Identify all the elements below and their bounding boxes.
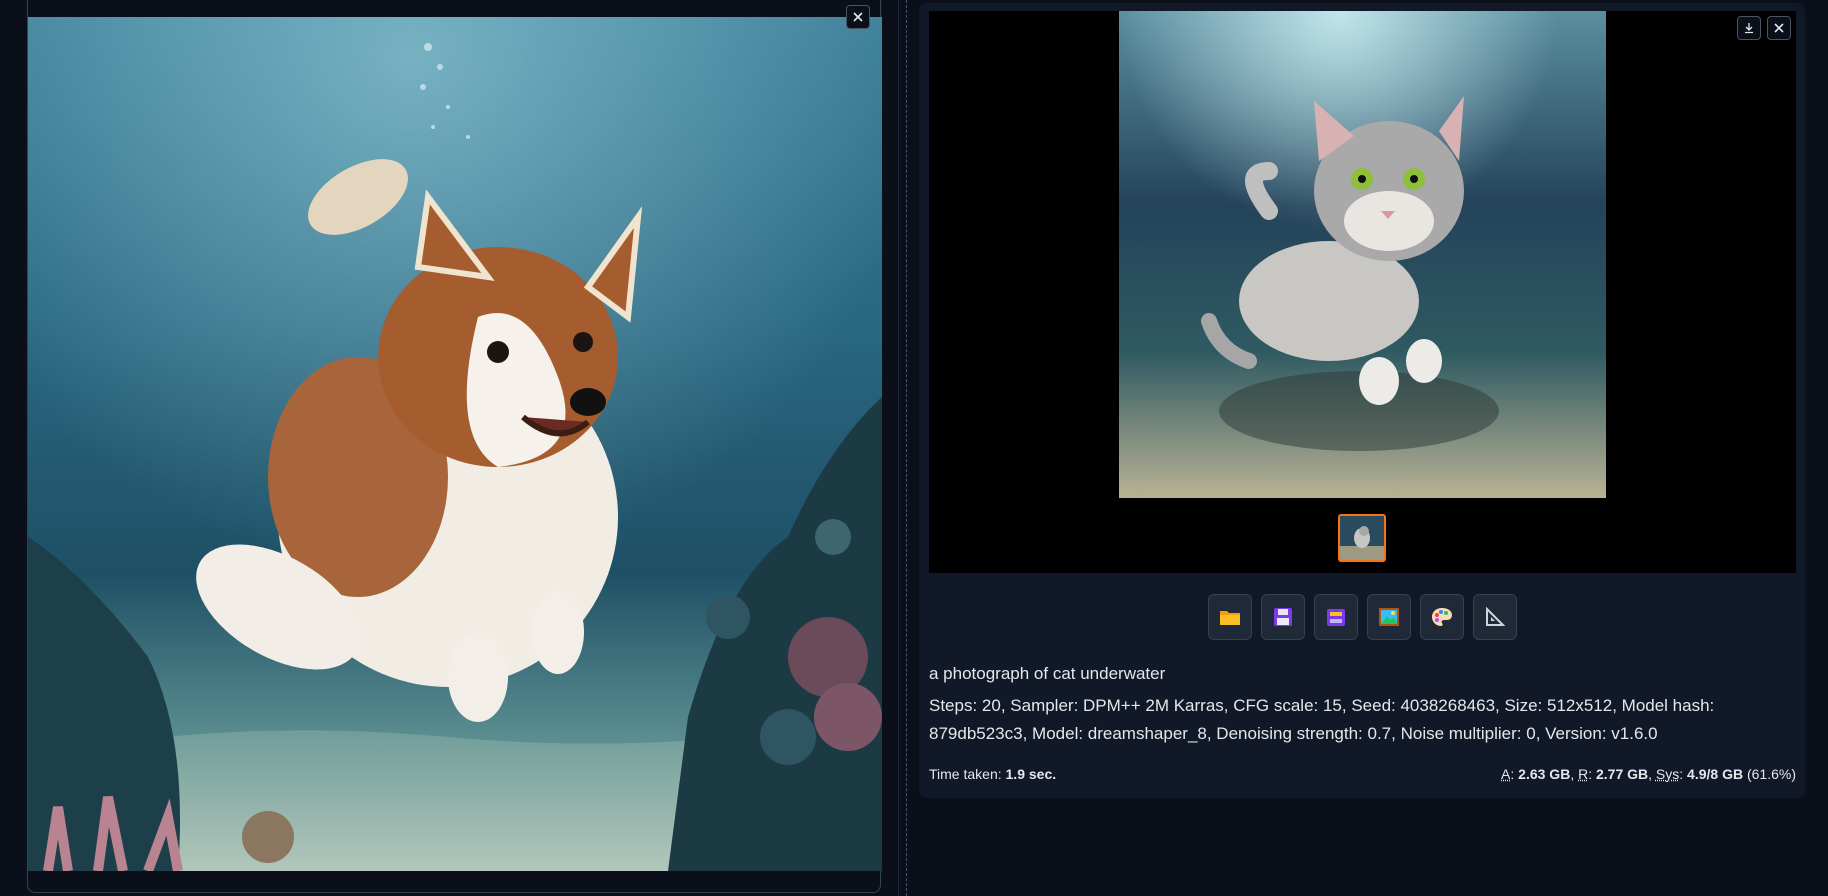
- memory-usage: A: 2.63 GB, R: 2.77 GB, Sys: 4.9/8 GB (6…: [1501, 766, 1796, 782]
- close-icon: [1774, 23, 1784, 33]
- mem-sys-value: 4.9/8 GB: [1687, 766, 1744, 782]
- download-icon: [1745, 23, 1753, 34]
- zip-button[interactable]: [1314, 594, 1358, 640]
- gallery-thumbnail[interactable]: [1338, 514, 1386, 562]
- send-to-inpaint-button[interactable]: [1420, 594, 1464, 640]
- dog-underwater-illustration: [28, 17, 882, 871]
- pane-divider[interactable]: [906, 0, 907, 896]
- palette-icon: [1432, 608, 1452, 626]
- triangle-ruler-icon: [1486, 607, 1505, 626]
- mem-r-label: R: [1578, 766, 1589, 782]
- open-folder-button[interactable]: [1208, 594, 1252, 640]
- file-cabinet-icon: [1327, 609, 1345, 626]
- framed-picture-icon: [1379, 608, 1399, 626]
- send-to-extras-button[interactable]: [1473, 594, 1517, 640]
- time-taken-label: Time taken:: [929, 766, 1002, 782]
- cat-underwater-illustration: [1119, 11, 1606, 498]
- mem-sys-label: Sys: [1655, 766, 1680, 782]
- source-image[interactable]: [28, 17, 882, 871]
- output-image[interactable]: [1119, 11, 1606, 498]
- time-taken: Time taken: 1.9 sec.: [929, 766, 1056, 782]
- close-icon: [853, 12, 863, 22]
- close-button[interactable]: [846, 5, 870, 29]
- download-button[interactable]: [1737, 16, 1761, 40]
- generation-parameters: Steps: 20, Sampler: DPM++ 2M Karras, CFG…: [929, 696, 1715, 743]
- prompt-text: a photograph of cat underwater: [929, 664, 1166, 683]
- time-taken-value: 1.9 sec.: [1005, 766, 1057, 782]
- pane-border: [898, 0, 899, 896]
- floppy-disk-icon: [1274, 608, 1292, 626]
- mem-r-value: 2.77 GB: [1596, 766, 1649, 782]
- mem-a-label: A: [1501, 766, 1511, 782]
- thumbnail-image: [1340, 516, 1384, 560]
- folder-icon: [1220, 611, 1240, 625]
- save-button[interactable]: [1261, 594, 1305, 640]
- mem-a-value: 2.63 GB: [1518, 766, 1571, 782]
- mem-sys-percent: (61.6%): [1746, 766, 1796, 782]
- close-button[interactable]: [1767, 16, 1791, 40]
- send-to-img2img-button[interactable]: [1367, 594, 1411, 640]
